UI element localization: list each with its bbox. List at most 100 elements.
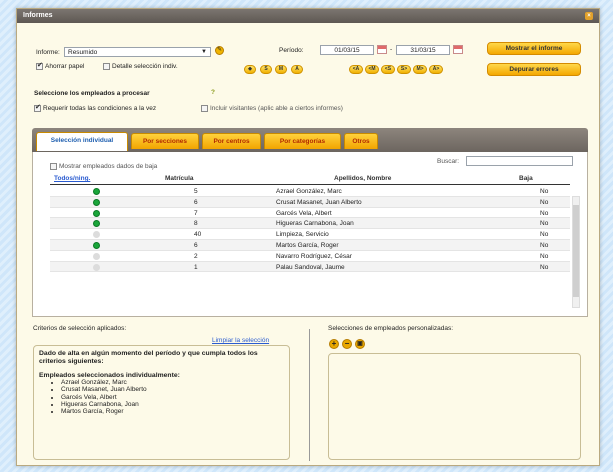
checkbox-checked-icon (34, 103, 41, 112)
personalizadas-box (328, 353, 581, 460)
selected-dot-icon[interactable] (93, 209, 100, 217)
period-quick-button[interactable]: ◆ (244, 65, 256, 74)
add-icon[interactable]: + (329, 339, 339, 349)
table-row[interactable]: 2 Navarro Rodríguez, César No (50, 251, 570, 262)
incluir-visitantes-checkbox[interactable]: Incluir visitantes (aplic able a ciertos… (201, 105, 343, 112)
requerir-label: Requerir todas las condiciones a la vez (43, 105, 157, 113)
cell-baja: No (540, 188, 549, 195)
tabs-bar: Selección individual Por secciones Por c… (32, 128, 588, 152)
criterio-item: Higueras Carnabona, Joan (61, 401, 284, 408)
calendar-icon[interactable] (377, 45, 387, 54)
unselected-dot-icon[interactable] (93, 263, 100, 271)
selected-dot-icon[interactable] (93, 220, 100, 228)
period-shift-button[interactable]: M> (413, 65, 427, 74)
col-nombre[interactable]: Apellidos, Nombre (334, 175, 391, 182)
table-row[interactable]: 7 Garcés Vela, Albert No (50, 208, 570, 219)
cell-baja: No (540, 263, 549, 271)
cell-nombre: Palau Sandoval, Jaume (276, 263, 345, 271)
remove-icon[interactable]: − (342, 339, 352, 349)
detalle-checkbox[interactable]: Detalle selección indiv. (103, 63, 178, 70)
table-row[interactable]: 8 Higueras Carnabona, Joan No (50, 218, 570, 230)
unselected-dot-icon[interactable] (93, 252, 100, 260)
depurar-errores-button[interactable]: Depurar errores (487, 63, 581, 76)
mostrar-baja-checkbox[interactable]: Mostrar empleados dados de baja (50, 163, 157, 170)
unselected-dot-icon[interactable] (93, 231, 100, 239)
search-input[interactable] (466, 156, 573, 166)
checkbox-empty-icon (201, 105, 208, 112)
date-to-input[interactable]: 31/03/15 (396, 45, 450, 55)
criterios-text-2: Empleados seleccionados individualmente: (39, 372, 180, 379)
cell-matricula: 40 (194, 231, 202, 239)
mostrar-informe-button[interactable]: Mostrar el informe (487, 42, 581, 55)
col-matricula[interactable]: Matrícula (165, 175, 194, 182)
criterio-item: Martos García, Roger (61, 408, 284, 415)
criterio-item: Crusat Masanet, Juan Alberto (61, 386, 284, 393)
cell-matricula: 8 (194, 220, 198, 228)
cell-nombre: Limpieza, Servicio (276, 231, 329, 239)
informe-label: Informe: (36, 49, 60, 56)
cell-matricula: 7 (194, 209, 198, 217)
period-quick-button[interactable]: M (275, 65, 287, 74)
selected-dot-icon[interactable] (93, 188, 100, 195)
mostrar-baja-label: Mostrar empleados dados de baja (59, 163, 158, 171)
list-scrollbar[interactable] (572, 196, 580, 308)
cell-baja: No (540, 220, 549, 228)
period-quick-button[interactable]: A (291, 65, 303, 74)
informes-window: Informes × Informe: Resumido ▼ ✎ Ahorrar… (16, 8, 600, 466)
detalle-label: Detalle selección indiv. (112, 63, 178, 71)
cell-matricula: 5 (194, 188, 198, 195)
informe-select[interactable]: Resumido ▼ (64, 47, 211, 57)
window-title: Informes (23, 12, 53, 19)
table-row[interactable]: 5 Azrael González, Marc No (50, 186, 570, 197)
checkbox-empty-icon (50, 163, 57, 170)
cell-baja: No (540, 231, 549, 239)
selected-dot-icon[interactable] (93, 198, 100, 206)
table-row[interactable]: 1 Palau Sandoval, Jaume No (50, 261, 570, 273)
help-icon[interactable]: ? (211, 89, 215, 96)
col-baja[interactable]: Baja (519, 175, 533, 182)
table-row[interactable]: 6 Martos García, Roger No (50, 240, 570, 251)
period-shift-button[interactable]: <M (365, 65, 379, 74)
criterios-label: Criterios de selección aplicados: (33, 325, 127, 332)
wand-icon[interactable]: ✎ (215, 46, 224, 55)
date-from-input[interactable]: 01/03/15 (320, 45, 374, 55)
table-row[interactable]: 40 Limpieza, Servicio No (50, 229, 570, 240)
limpiar-seleccion-link[interactable]: Limpiar la selección (212, 337, 269, 344)
period-shift-button[interactable]: S> (397, 65, 411, 74)
checkbox-checked-icon (36, 61, 43, 70)
tab-seleccion-individual[interactable]: Selección individual (36, 132, 128, 151)
scrollbar-thumb[interactable] (573, 205, 579, 297)
cell-baja: No (540, 252, 549, 260)
checkbox-empty-icon (103, 63, 110, 70)
period-quick-button[interactable]: S (260, 65, 272, 74)
tab-por-centros[interactable]: Por centros (202, 133, 261, 149)
ahorrar-papel-checkbox[interactable]: Ahorrar papel (36, 61, 84, 70)
cell-nombre: Azrael González, Marc (276, 188, 342, 195)
cell-nombre: Higueras Carnabona, Joan (276, 220, 354, 228)
tab-por-secciones[interactable]: Por secciones (131, 133, 199, 149)
close-icon[interactable]: × (585, 12, 593, 20)
table-row[interactable]: 6 Crusat Masanet, Juan Alberto No (50, 196, 570, 208)
buscar-label: Buscar: (437, 158, 460, 165)
cell-matricula: 2 (194, 252, 198, 260)
todos-ninguno-link[interactable]: Todos/ning. (54, 175, 90, 182)
incluir-label: Incluir visitantes (aplic able a ciertos… (210, 105, 343, 113)
cell-baja: No (540, 242, 549, 249)
cell-nombre: Crusat Masanet, Juan Alberto (276, 198, 362, 206)
personalizadas-label: Selecciones de empleados personalizadas: (328, 325, 454, 332)
period-shift-button[interactable]: <A (349, 65, 363, 74)
period-shift-button[interactable]: <S (381, 65, 395, 74)
selection-heading: Seleccione los empleados a procesar (34, 90, 150, 97)
cell-nombre: Martos García, Roger (276, 242, 339, 249)
requerir-checkbox[interactable]: Requerir todas las condiciones a la vez (34, 103, 157, 113)
chevron-down-icon: ▼ (201, 49, 207, 55)
criterios-box: Dado de alta en algún momento del períod… (33, 345, 290, 460)
period-shift-button[interactable]: A> (429, 65, 443, 74)
selected-dot-icon[interactable] (93, 242, 100, 249)
save-icon[interactable]: ▣ (355, 339, 365, 349)
criterios-text-1: Dado de alta en algún momento del períod… (39, 350, 258, 365)
informe-select-value: Resumido (68, 49, 98, 56)
tab-por-categorias[interactable]: Por categorías (264, 133, 341, 149)
calendar-icon[interactable] (453, 45, 463, 54)
tab-otros[interactable]: Otros (344, 133, 378, 149)
